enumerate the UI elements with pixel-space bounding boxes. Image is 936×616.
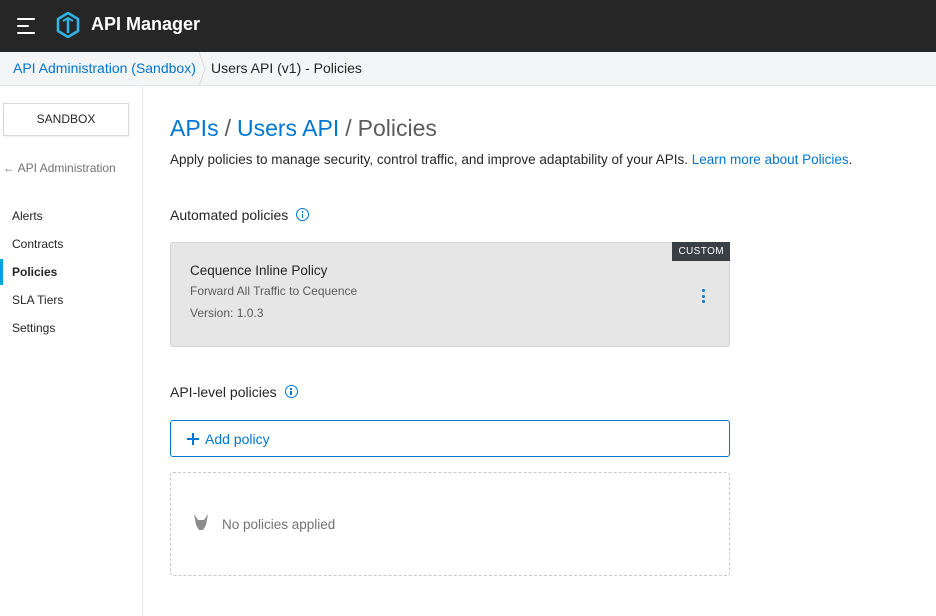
breadcrumb-link-api-administration[interactable]: API Administration (Sandbox) — [13, 60, 196, 76]
description-text: Apply policies to manage security, contr… — [170, 152, 689, 167]
api-level-policies-heading: API-level policies — [170, 384, 298, 400]
empty-policies-box: No policies applied — [170, 472, 730, 576]
page-title-link-apis[interactable]: APIs — [170, 115, 219, 141]
info-icon[interactable] — [284, 385, 298, 398]
automated-policies-heading: Automated policies — [170, 207, 310, 223]
breadcrumb-current: Users API (v1) - Policies — [211, 60, 362, 76]
top-bar: API Manager — [0, 0, 936, 52]
sidebar-item-settings[interactable]: Settings — [0, 315, 142, 341]
page-title: APIs / Users API / Policies — [170, 115, 437, 142]
plus-icon — [187, 433, 199, 445]
page-title-link-users-api[interactable]: Users API — [237, 115, 339, 141]
breadcrumb: API Administration (Sandbox) Users API (… — [0, 52, 936, 86]
arrow-left-icon: ← — [3, 161, 15, 175]
sidebar-item-policies[interactable]: Policies — [0, 259, 142, 285]
empty-state-icon — [194, 514, 208, 530]
api-manager-logo-icon — [56, 12, 80, 38]
policy-name: Cequence Inline Policy — [190, 263, 328, 278]
hamburger-menu-icon[interactable] — [14, 14, 38, 38]
sidebar-item-sla-tiers[interactable]: SLA Tiers — [0, 287, 142, 313]
page-title-current: Policies — [357, 115, 437, 141]
title-separator: / — [224, 115, 231, 141]
add-policy-label: Add policy — [205, 431, 270, 447]
api-level-policies-label: API-level policies — [170, 384, 277, 400]
title-separator: / — [345, 115, 352, 141]
page-description: Apply policies to manage security, contr… — [170, 152, 852, 167]
custom-badge: CUSTOM — [672, 242, 730, 261]
more-vertical-icon[interactable] — [699, 288, 709, 304]
sidebar: SANDBOX ← API Administration Alerts Cont… — [0, 86, 143, 616]
sidebar-item-alerts[interactable]: Alerts — [0, 203, 142, 229]
add-policy-button[interactable]: Add policy — [170, 420, 730, 457]
sidebar-item-contracts[interactable]: Contracts — [0, 231, 142, 257]
back-link[interactable]: ← API Administration — [3, 161, 116, 175]
policy-card[interactable]: CUSTOM Cequence Inline Policy Forward Al… — [170, 242, 730, 347]
main-content: APIs / Users API / Policies Apply policies t… — [143, 86, 936, 616]
info-icon[interactable] — [296, 208, 310, 221]
empty-state-text: No policies applied — [222, 517, 336, 532]
automated-policies-label: Automated policies — [170, 207, 289, 223]
back-link-label: API Administration — [17, 161, 116, 175]
app-title: API Manager — [91, 14, 201, 34]
policy-description: Forward All Traffic to Cequence — [190, 284, 358, 298]
environment-button[interactable]: SANDBOX — [3, 103, 129, 136]
policy-version: Version: 1.0.3 — [190, 306, 264, 320]
description-end: . — [848, 152, 853, 167]
learn-more-link[interactable]: Learn more about Policies — [692, 152, 849, 167]
breadcrumb-separator-icon — [198, 52, 206, 86]
